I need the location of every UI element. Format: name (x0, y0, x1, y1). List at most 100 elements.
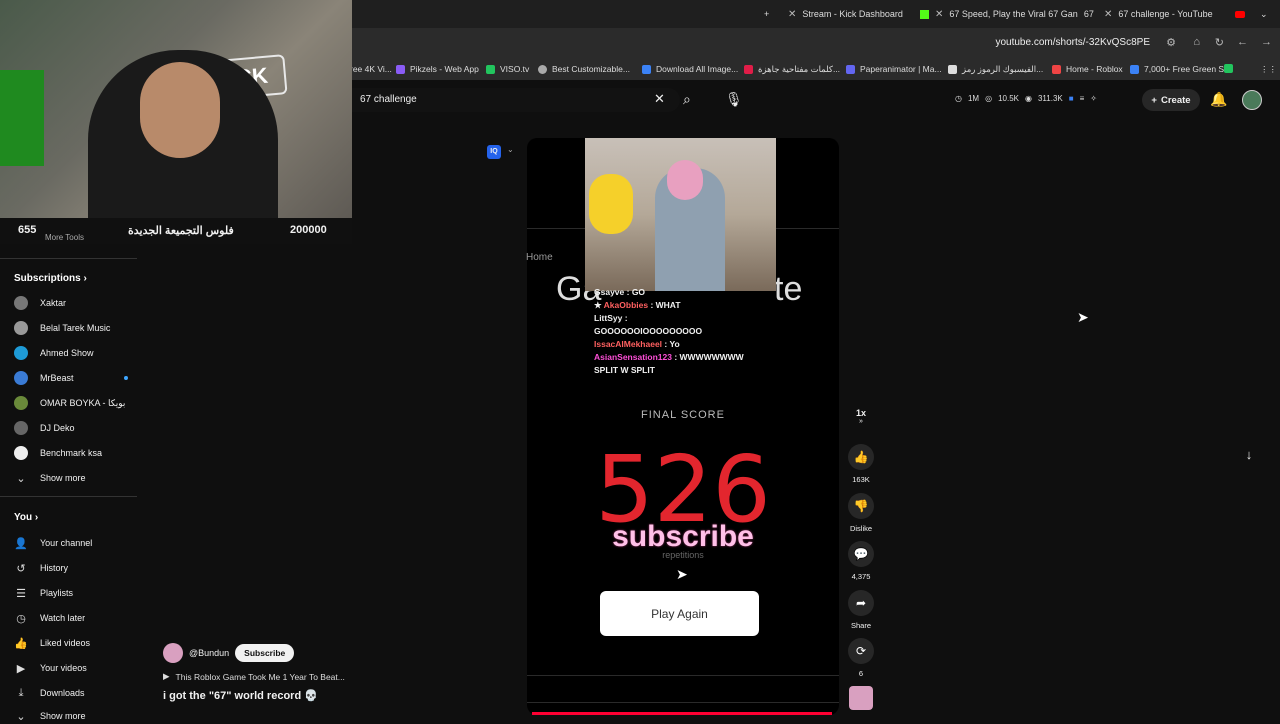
bookmark-item[interactable]: 7,000+ Free Green S... (1130, 64, 1231, 74)
close-tab-icon[interactable]: ✕ (788, 9, 796, 20)
game-home-label: Home (526, 252, 553, 263)
subscriptions-heading[interactable]: Subscriptions › (14, 273, 87, 284)
channel-avatar[interactable] (163, 643, 183, 663)
url-text[interactable]: youtube.com/shorts/-32KvQSc8PE (995, 37, 1150, 48)
bookmark-item[interactable]: Best Customizable... (538, 64, 630, 74)
bookmark-item[interactable]: كلمات مفتاحية جاهزة... (744, 64, 840, 75)
reload-icon[interactable]: ↻ (1215, 36, 1224, 49)
chat-line: ★ AkaObbies : WHAT (594, 300, 681, 310)
address-bar: youtube.com/shorts/-32KvQSc8PE ⚙ ⌂ ↻ ← → (352, 28, 1280, 58)
create-button[interactable]: + Create (1142, 89, 1200, 111)
back-icon[interactable]: ← (1237, 36, 1248, 48)
share-icon: ➦ (848, 590, 874, 616)
bookmark-item[interactable]: Download All Image... (642, 64, 738, 74)
close-tab-icon[interactable]: ✕ (935, 9, 943, 20)
microphone-icon[interactable]: 🎙 (725, 91, 743, 108)
thumbs-up-icon: 👍 (14, 637, 28, 650)
all-bookmarks-icon[interactable]: ⋮⋮ (1260, 64, 1277, 75)
sidebar-item-mrbeast[interactable]: MrBeast (14, 370, 128, 386)
sidebar-item-omar-boyka[interactable]: OMAR BOYKA - بويكا (14, 395, 125, 411)
bookmark-item[interactable]: ree 4K Vi... (352, 64, 392, 74)
search-input[interactable]: 67 challenge ✕ (352, 88, 680, 112)
sidebar-item-benchmark-ksa[interactable]: Benchmark ksa (14, 445, 102, 461)
sidebar-item-dj-deko[interactable]: DJ Deko (14, 420, 75, 436)
show-more-you[interactable]: ⌄ Show more (14, 708, 85, 724)
kick-icon (920, 9, 929, 19)
iq-extension-icon[interactable]: IQ (487, 145, 501, 159)
sidebar-item-playlists[interactable]: ☰ Playlists (14, 585, 73, 601)
user-icon: 👤 (14, 537, 28, 550)
channel-info: @Bundun Subscribe (163, 643, 295, 663)
browser-tab-bar: + ✕ Stream - Kick Dashboard ✕ 67 Speed, … (352, 0, 1280, 28)
channel-handle[interactable]: @Bundun (189, 648, 229, 658)
forward-icon[interactable]: → (1261, 36, 1272, 48)
play-icon: ▶ (163, 671, 170, 681)
chevron-down-icon[interactable]: ⌄ (507, 145, 514, 154)
play-again-button[interactable]: Play Again (600, 591, 759, 636)
sidebar-item-watch-later[interactable]: ◷ Watch later (14, 610, 85, 626)
sidebar-item-liked-videos[interactable]: 👍 Liked videos (14, 635, 90, 651)
thumbs-up-icon: 👍 (848, 444, 874, 470)
sidebar-item-history[interactable]: ↺ History (14, 560, 68, 576)
mouse-cursor-icon: ➤ (1077, 309, 1089, 325)
download-icon (642, 64, 651, 74)
goal-title: فلوس التجميعة الجديدة (128, 225, 234, 237)
globe-icon (538, 64, 547, 74)
notifications-bell-icon[interactable]: 🔔 (1210, 91, 1227, 108)
menu-icon[interactable]: ≡ (1080, 94, 1085, 103)
youtube-icon (1234, 10, 1245, 18)
comments-button[interactable]: 💬 4,375 (846, 541, 876, 581)
audio-thumbnail[interactable] (849, 686, 873, 710)
home-icon[interactable]: ⌂ (1193, 36, 1200, 48)
bookmark-item[interactable] (1224, 64, 1233, 73)
dislike-button[interactable]: 👎 Dislike (846, 493, 876, 533)
show-more-subscriptions[interactable]: ⌄ Show more (14, 470, 85, 486)
share-button[interactable]: ➦ Share (846, 590, 876, 630)
clock-icon: ◷ (16, 612, 26, 625)
sidebar-item-downloads[interactable]: ⤓ Downloads (14, 685, 85, 701)
new-tab-button[interactable]: + (764, 7, 769, 21)
search-icon[interactable]: ⌕ (683, 91, 691, 108)
related-video-link[interactable]: ▶ This Roblox Game Took Me 1 Year To Bea… (163, 671, 345, 682)
you-heading[interactable]: You › (14, 512, 38, 523)
like-button[interactable]: 👍 163K (846, 444, 876, 484)
sidebar-item-ahmed-show[interactable]: Ahmed Show (14, 345, 94, 361)
tab-list-chevron-icon[interactable]: ⌄ (1260, 7, 1268, 21)
subscribe-button[interactable]: Subscribe (235, 644, 295, 662)
clear-search-icon[interactable]: ✕ (654, 91, 665, 107)
avatar (14, 421, 28, 435)
tab-kick-dashboard[interactable]: ✕ Stream - Kick Dashboard (788, 7, 903, 21)
chat-line: IssacAlMekhaeel : Yo (594, 339, 680, 349)
sidebar-item-xaktar[interactable]: Xaktar (14, 295, 66, 311)
close-tab-icon[interactable]: ✕ (1104, 9, 1112, 20)
chat-line: LittSyy : (594, 313, 628, 323)
mouse-cursor-icon: ➤ (676, 566, 688, 582)
chat-overlay: Gsayve : GO ★ AkaObbies : WHAT LittSyy :… (594, 286, 774, 377)
tab-label: 67 Speed, Play the Viral 67 Gan (949, 9, 1078, 19)
viso-icon (486, 64, 495, 74)
bookmark-item[interactable]: Paperanimator | Ma... (846, 64, 942, 74)
bookmark-item[interactable]: Home - Roblox (1052, 64, 1123, 74)
extension-icon[interactable]: ■ (1069, 94, 1074, 103)
sidebar-item-your-videos[interactable]: ▶ Your videos (14, 660, 87, 676)
tab-67-challenge[interactable]: ✕ 67 challenge - YouTube (1104, 7, 1245, 21)
tab-label: 67 challenge - YouTube (1118, 9, 1213, 19)
stream-goal-bar: 655 More Tools فلوس التجميعة الجديدة 200… (0, 218, 352, 244)
final-score-label: FINAL SCORE (641, 409, 725, 421)
sidebar-item-your-channel[interactable]: 👤 Your channel (14, 535, 92, 551)
account-avatar[interactable] (1242, 90, 1262, 110)
subscribe-overlay-text: subscribe (612, 520, 754, 553)
paperanimator-icon (846, 64, 855, 74)
bookmark-item[interactable]: VISO.tv (486, 64, 529, 74)
tab-67-speed[interactable]: ✕ 67 Speed, Play the Viral 67 Gan 67 (920, 7, 1094, 21)
extension-icon[interactable]: ✧ (1090, 94, 1097, 103)
site-settings-icon[interactable]: ⚙ (1166, 36, 1176, 49)
remix-button[interactable]: ⟳ 6 (846, 638, 876, 678)
chat-line: AsianSensation123 : WWWWWWWW (594, 352, 744, 362)
video-progress-bar[interactable] (532, 712, 832, 715)
bookmark-item[interactable]: الفيسبوك الرموز رمز... (948, 64, 1043, 75)
playback-speed-button[interactable]: 1x » (846, 408, 876, 425)
bookmark-item[interactable]: Pikzels - Web App (396, 64, 479, 74)
sidebar-item-belal-tarek-music[interactable]: Belal Tarek Music (14, 320, 110, 336)
next-short-arrow-icon[interactable]: ↓ (1238, 444, 1260, 466)
